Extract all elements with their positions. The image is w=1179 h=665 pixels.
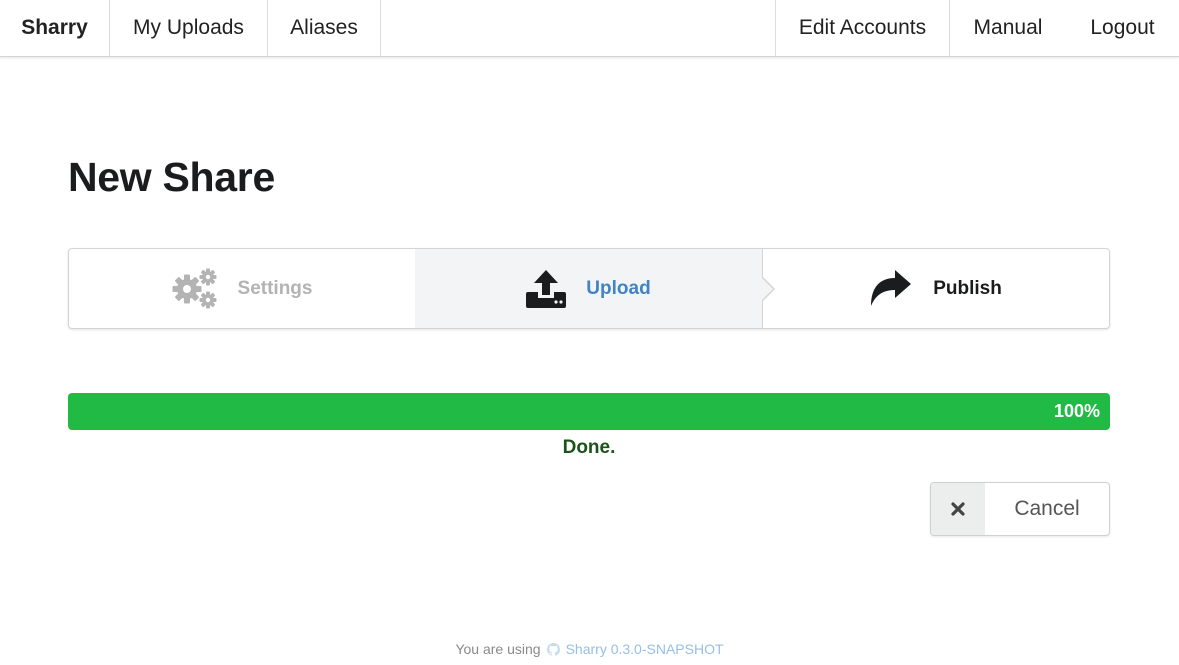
- top-menu: Sharry My Uploads Aliases Edit Accounts …: [0, 0, 1179, 57]
- share-arrow-icon: [869, 269, 913, 308]
- nav-edit-accounts[interactable]: Edit Accounts: [776, 0, 949, 56]
- github-icon: [546, 642, 560, 656]
- step-settings-label: Settings: [237, 277, 313, 299]
- nav-logout[interactable]: Logout: [1066, 0, 1179, 56]
- progress-status: Done.: [562, 437, 616, 458]
- close-icon: [931, 483, 985, 535]
- footer-prefix: You are using: [455, 641, 541, 657]
- upload-progress-bar: 100%: [68, 393, 1110, 430]
- page-title: New Share: [68, 154, 275, 200]
- footer-product-link[interactable]: Sharry 0.3.0-SNAPSHOT: [541, 641, 724, 657]
- upload-icon: [526, 269, 567, 308]
- cancel-button-label: Cancel: [1014, 497, 1080, 520]
- menu-divider: [380, 0, 381, 56]
- step-indicator: Settings Upload Publish: [68, 248, 1110, 329]
- step-publish[interactable]: Publish: [762, 249, 1109, 328]
- footer-product-label: Sharry 0.3.0-SNAPSHOT: [565, 641, 724, 657]
- nav-my-uploads[interactable]: My Uploads: [110, 0, 267, 56]
- gears-icon: [172, 268, 218, 310]
- step-settings[interactable]: Settings: [69, 249, 415, 328]
- nav-manual[interactable]: Manual: [950, 0, 1066, 56]
- nav-aliases[interactable]: Aliases: [268, 0, 380, 56]
- cancel-button[interactable]: Cancel: [930, 482, 1110, 536]
- step-publish-label: Publish: [933, 277, 1002, 299]
- brand-link[interactable]: Sharry: [0, 0, 109, 56]
- step-upload-label: Upload: [586, 277, 651, 299]
- progress-percent: 100%: [1053, 401, 1100, 421]
- step-upload[interactable]: Upload: [415, 249, 762, 328]
- footer: You are using Sharry 0.3.0-SNAPSHOT: [0, 641, 1179, 657]
